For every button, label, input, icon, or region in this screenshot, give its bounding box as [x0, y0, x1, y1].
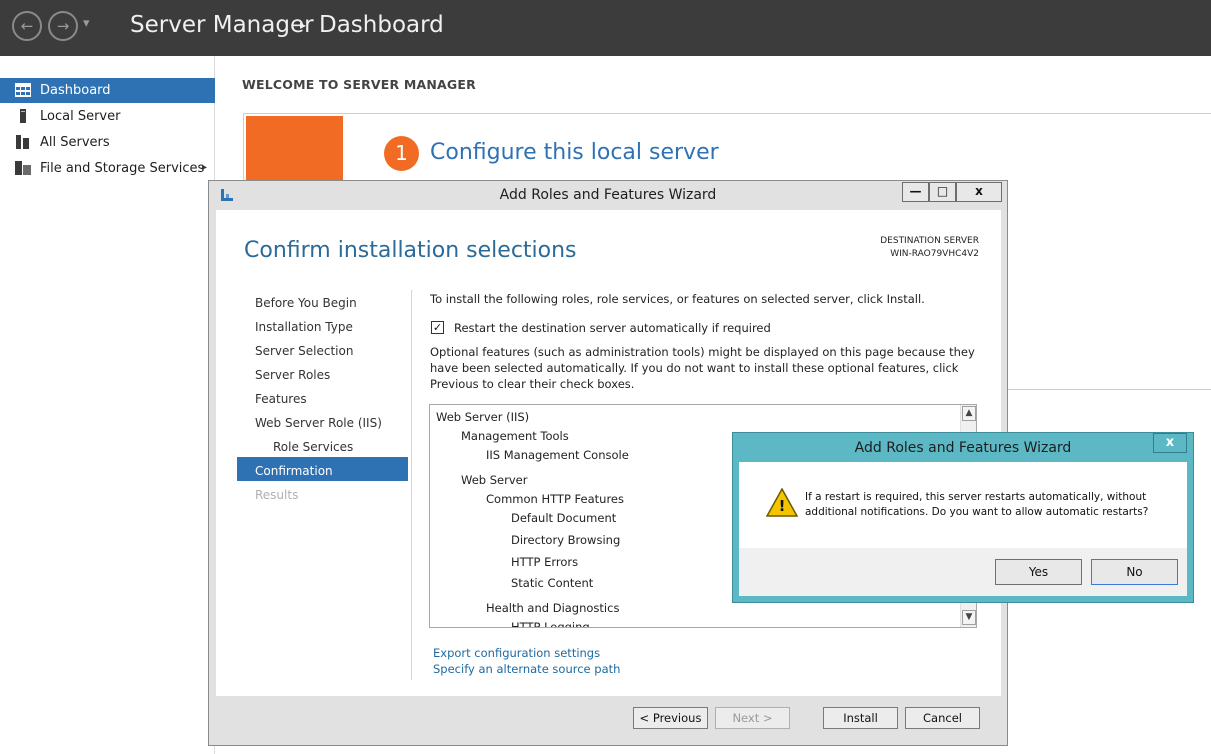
optional-features-note: Optional features (such as administratio… — [430, 345, 975, 391]
sidebar: Dashboard Local Server All Servers File … — [0, 56, 215, 754]
quick-start-tile — [246, 116, 343, 186]
restart-checkbox-label[interactable]: Restart the destination server automatic… — [454, 320, 771, 336]
export-config-link[interactable]: Export configuration settings — [433, 646, 600, 660]
sidebar-item-label: File and Storage Services — [40, 161, 205, 176]
tree-item: Management Tools — [461, 429, 569, 443]
tree-item: Common HTTP Features — [486, 492, 624, 506]
forward-arrow-icon[interactable]: → — [48, 11, 78, 41]
tree-item: IIS Management Console — [486, 448, 629, 462]
step-confirmation[interactable]: Confirmation — [255, 464, 333, 478]
no-button[interactable]: No — [1091, 559, 1178, 585]
sidebar-item-local-server[interactable]: Local Server — [0, 104, 215, 129]
nav-dropdown-icon[interactable]: ▾ — [83, 16, 90, 31]
scroll-down-icon[interactable]: ▼ — [962, 610, 976, 625]
scroll-up-icon[interactable]: ▲ — [962, 406, 976, 421]
step-server-roles[interactable]: Server Roles — [255, 368, 330, 382]
warning-glyph: ! — [778, 497, 786, 515]
minimize-icon[interactable]: — — [902, 182, 929, 202]
step-web-server-role[interactable]: Web Server Role (IIS) — [255, 416, 382, 430]
tree-item: Default Document — [511, 511, 617, 525]
tree-item: Directory Browsing — [511, 533, 621, 547]
maximize-icon[interactable]: □ — [929, 182, 956, 202]
previous-button[interactable]: < Previous — [633, 707, 708, 729]
sidebar-item-file-storage[interactable]: File and Storage Services ▸ — [0, 156, 215, 181]
tree-item: Web Server — [461, 473, 528, 487]
wizard-heading: Confirm installation selections — [244, 238, 577, 263]
back-arrow-icon[interactable]: ← — [12, 11, 42, 41]
tree-item: HTTP Errors — [511, 555, 579, 569]
welcome-heading: WELCOME TO SERVER MANAGER — [242, 77, 476, 92]
nav-divider — [411, 290, 412, 680]
alternate-source-link[interactable]: Specify an alternate source path — [433, 662, 620, 676]
tree-item: HTTP Logging — [511, 620, 590, 628]
step-results: Results — [255, 488, 299, 502]
restart-dialog: Add Roles and Features Wizard x ! If a r… — [732, 432, 1194, 603]
dialog-body: ! If a restart is required, this server … — [739, 462, 1187, 548]
sidebar-item-all-servers[interactable]: All Servers — [0, 130, 215, 155]
close-icon[interactable]: x — [1153, 433, 1187, 453]
breadcrumb-separator-icon: ▸ — [300, 18, 307, 32]
destination-server-label: DESTINATION SERVER — [880, 236, 979, 246]
sidebar-item-label: Dashboard — [40, 83, 111, 98]
destination-server-name: WIN-RAO79VHC4V2 — [890, 249, 979, 259]
step-features[interactable]: Features — [255, 392, 307, 406]
wizard-titlebar: Add Roles and Features Wizard — □ x — [209, 181, 1007, 209]
sidebar-item-label: All Servers — [40, 135, 110, 150]
install-button[interactable]: Install — [823, 707, 898, 729]
server-icon — [20, 109, 26, 123]
expand-arrow-icon[interactable]: ▸ — [202, 162, 207, 173]
dialog-footer: Yes No — [739, 548, 1187, 596]
step-before-you-begin[interactable]: Before You Begin — [255, 296, 357, 310]
step-number-badge: 1 — [384, 136, 419, 171]
page-title: Dashboard — [319, 12, 444, 38]
title-bar: ← → ▾ Server Manager ▸ Dashboard — [0, 0, 1211, 56]
step-server-selection[interactable]: Server Selection — [255, 344, 353, 358]
servers-icon — [16, 135, 29, 149]
close-icon[interactable]: x — [956, 182, 1002, 202]
dashboard-icon — [15, 83, 31, 97]
next-button: Next > — [715, 707, 790, 729]
dialog-message: If a restart is required, this server re… — [805, 491, 1149, 518]
intro-text: To install the following roles, role ser… — [430, 292, 925, 306]
storage-icon — [15, 161, 31, 175]
tree-item: Static Content — [511, 576, 594, 590]
dialog-title: Add Roles and Features Wizard — [854, 440, 1072, 456]
app-title: Server Manager — [130, 12, 314, 38]
step-role-services[interactable]: Role Services — [273, 440, 353, 454]
tree-item: Health and Diagnostics — [486, 601, 620, 615]
wizard-title: Add Roles and Features Wizard — [499, 187, 717, 203]
sidebar-item-label: Local Server — [40, 109, 121, 124]
sidebar-item-dashboard[interactable]: Dashboard — [0, 78, 215, 103]
step-installation-type[interactable]: Installation Type — [255, 320, 353, 334]
configure-local-server-link[interactable]: Configure this local server — [430, 140, 719, 165]
cancel-button[interactable]: Cancel — [905, 707, 980, 729]
restart-checkbox[interactable]: ✓ — [431, 321, 444, 334]
yes-button[interactable]: Yes — [995, 559, 1082, 585]
tree-item: Web Server (IIS) — [436, 410, 530, 424]
